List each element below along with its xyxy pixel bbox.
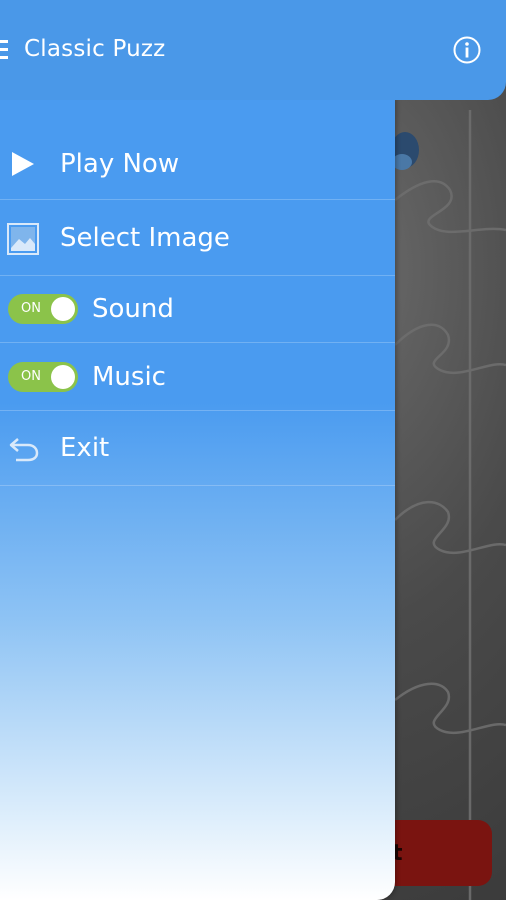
hamburger-menu-icon[interactable] (0, 40, 8, 60)
image-icon (7, 223, 39, 255)
menu-item-play-now[interactable]: Play Now (0, 128, 395, 200)
navigation-drawer: Play Now Select Image ON Sound ON Music … (0, 98, 395, 900)
menu-item-exit[interactable]: Exit (0, 411, 395, 486)
sound-label: Sound (92, 294, 174, 324)
menu-item-select-image[interactable]: Select Image (0, 200, 395, 276)
toggle-knob (51, 297, 75, 321)
app-title: Classic Puzz (24, 36, 166, 62)
music-toggle-state: ON (21, 369, 41, 384)
toggle-knob (51, 365, 75, 389)
app-bar: Classic Puzz (0, 0, 506, 100)
play-now-label: Play Now (60, 148, 180, 179)
exit-icon (9, 438, 39, 462)
play-icon (12, 152, 34, 176)
music-label: Music (92, 361, 166, 392)
menu-item-music[interactable]: ON Music (0, 343, 395, 411)
exit-label: Exit (60, 433, 110, 463)
menu-item-sound[interactable]: ON Sound (0, 276, 395, 343)
sound-toggle-state: ON (21, 301, 41, 316)
select-image-label: Select Image (60, 222, 230, 253)
sound-toggle[interactable]: ON (8, 294, 78, 324)
music-toggle[interactable]: ON (8, 362, 78, 392)
info-icon[interactable] (452, 35, 482, 65)
